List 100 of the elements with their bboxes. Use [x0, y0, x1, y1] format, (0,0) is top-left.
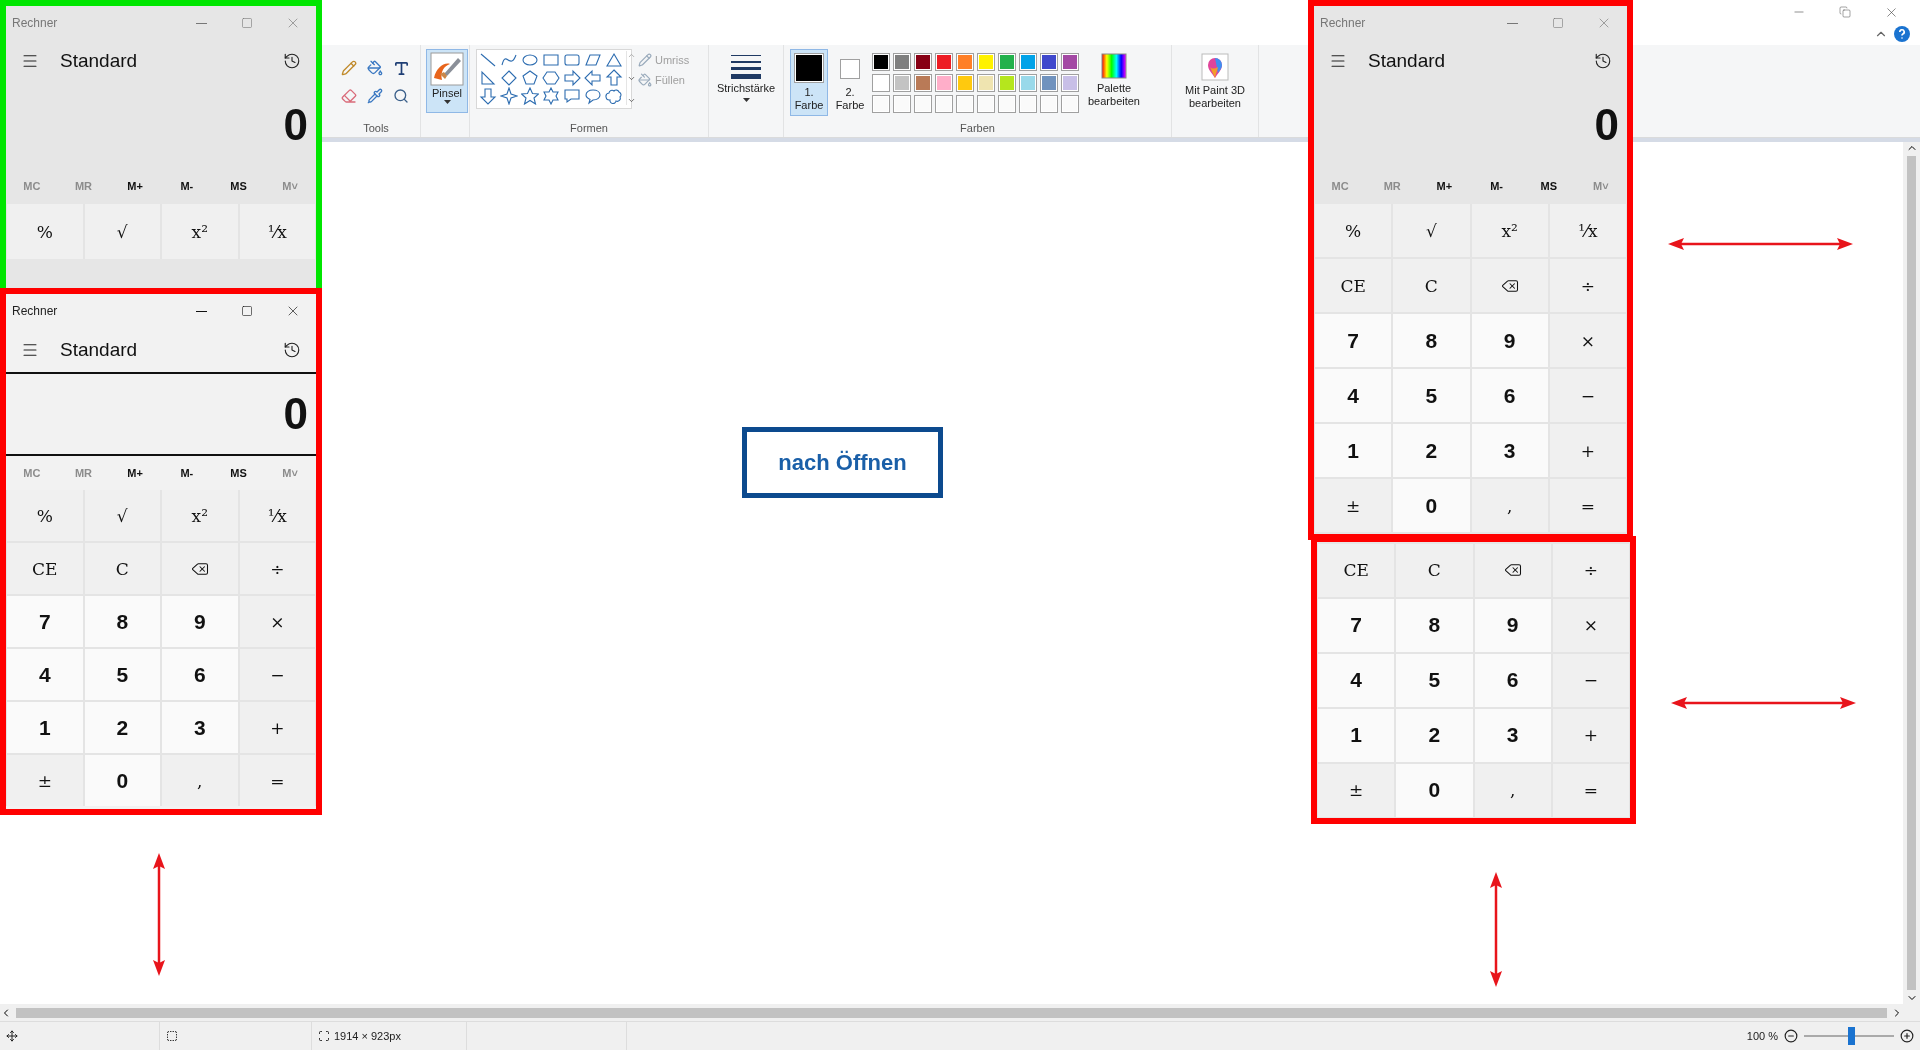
digit-key[interactable]: 8 — [84, 596, 160, 647]
empty-swatch[interactable] — [1061, 95, 1079, 113]
empty-swatch[interactable] — [1040, 95, 1058, 113]
operator-key[interactable]: + — [1549, 424, 1626, 477]
operator-key[interactable]: % — [7, 204, 83, 259]
memory-button[interactable]: M- — [1470, 168, 1523, 204]
operator-key[interactable]: , — [1474, 763, 1551, 817]
color-swatch[interactable] — [893, 53, 911, 71]
operator-key[interactable]: − — [1552, 653, 1629, 707]
empty-swatch[interactable] — [998, 95, 1016, 113]
operator-key[interactable]: , — [1471, 479, 1548, 532]
shape-icon[interactable] — [584, 51, 602, 69]
digit-key[interactable]: 2 — [1396, 708, 1473, 762]
color-swatch[interactable] — [1040, 74, 1058, 92]
empty-swatch[interactable] — [956, 95, 974, 113]
color-swatch[interactable] — [998, 74, 1016, 92]
digit-key[interactable]: 8 — [1393, 314, 1470, 367]
operator-key[interactable]: ± — [1315, 479, 1392, 532]
operator-key[interactable]: x² — [162, 204, 238, 259]
shape-icon[interactable] — [500, 69, 518, 87]
shape-icon[interactable] — [605, 87, 623, 105]
stroke-width-button[interactable]: Strichstärke — [715, 49, 777, 106]
operator-key[interactable]: ⅟x — [239, 204, 315, 259]
color-swatch[interactable] — [998, 53, 1016, 71]
scroll-up-icon[interactable] — [627, 51, 636, 60]
color-swatch[interactable] — [872, 53, 890, 71]
digit-key[interactable]: 7 — [7, 596, 83, 647]
shape-icon[interactable] — [584, 69, 602, 87]
operator-key[interactable]: ÷ — [1552, 543, 1629, 597]
color-swatch[interactable] — [1040, 53, 1058, 71]
digit-key[interactable]: 6 — [1471, 369, 1548, 422]
color-swatch[interactable] — [914, 53, 932, 71]
paint3d-button[interactable]: Mit Paint 3D bearbeiten — [1178, 49, 1252, 114]
operator-key[interactable]: = — [1549, 479, 1626, 532]
shape-icon[interactable] — [584, 87, 602, 105]
empty-swatch[interactable] — [1019, 95, 1037, 113]
memory-button[interactable]: M+ — [1418, 168, 1471, 204]
digit-key[interactable]: 9 — [1474, 598, 1551, 652]
shape-icon[interactable] — [521, 87, 539, 105]
color-swatch[interactable] — [893, 74, 911, 92]
shape-icon[interactable] — [479, 87, 497, 105]
digit-key[interactable]: 6 — [1474, 653, 1551, 707]
digit-key[interactable]: 5 — [84, 649, 160, 700]
digit-key[interactable]: 3 — [162, 702, 238, 753]
digit-key[interactable]: 9 — [1471, 314, 1548, 367]
memory-button[interactable]: MS — [212, 456, 265, 490]
vertical-scrollbar[interactable] — [1903, 142, 1920, 1004]
shape-icon[interactable] — [605, 51, 623, 69]
digit-key[interactable]: 3 — [1471, 424, 1548, 477]
operator-key[interactable]: CE — [1318, 543, 1395, 597]
operator-key[interactable]: x² — [1471, 204, 1548, 257]
operator-key[interactable]: × — [1549, 314, 1626, 367]
digit-key[interactable]: 0 — [1393, 479, 1470, 532]
operator-key[interactable]: = — [1552, 763, 1629, 817]
color-swatch[interactable] — [977, 74, 995, 92]
digit-key[interactable]: 0 — [84, 755, 160, 806]
digit-key[interactable]: 7 — [1318, 598, 1395, 652]
help-icon[interactable] — [1894, 26, 1910, 42]
digit-key[interactable]: 3 — [1474, 708, 1551, 762]
horizontal-scrollbar[interactable] — [0, 1004, 1920, 1021]
color-swatch[interactable] — [914, 74, 932, 92]
digit-key[interactable]: 1 — [1318, 708, 1395, 762]
empty-swatch[interactable] — [914, 95, 932, 113]
empty-swatch[interactable] — [872, 95, 890, 113]
shape-icon[interactable] — [479, 69, 497, 87]
color-swatch[interactable] — [1019, 53, 1037, 71]
shape-icon[interactable] — [479, 51, 497, 69]
brush-button[interactable]: Pinsel — [426, 49, 468, 113]
operator-key[interactable]: , — [162, 755, 238, 806]
empty-swatch[interactable] — [977, 95, 995, 113]
operator-key[interactable]: C — [1396, 543, 1473, 597]
digit-key[interactable]: 0 — [1396, 763, 1473, 817]
color-slot[interactable]: 1. Farbe — [790, 49, 828, 116]
digit-key[interactable]: 4 — [1315, 369, 1392, 422]
digit-key[interactable]: 9 — [162, 596, 238, 647]
shape-icon[interactable] — [605, 69, 623, 87]
empty-swatch[interactable] — [935, 95, 953, 113]
operator-key[interactable]: ⅟x — [1549, 204, 1626, 257]
zoom-in-icon[interactable] — [1900, 1029, 1914, 1043]
digit-key[interactable]: 2 — [1393, 424, 1470, 477]
shape-icon[interactable] — [563, 51, 581, 69]
color-swatch[interactable] — [956, 53, 974, 71]
shape-icon[interactable] — [563, 87, 581, 105]
operator-key[interactable]: ⅟x — [239, 490, 315, 541]
shape-icon[interactable] — [542, 69, 560, 87]
operator-key[interactable]: = — [239, 755, 315, 806]
shape-icon[interactable] — [542, 87, 560, 105]
shape-icon[interactable] — [500, 87, 518, 105]
memory-button[interactable]: M+ — [109, 456, 161, 490]
operator-key[interactable]: C — [1393, 259, 1470, 312]
memory-button[interactable]: M- — [161, 168, 213, 204]
operator-key[interactable]: % — [1315, 204, 1392, 257]
operator-key[interactable]: √ — [1393, 204, 1470, 257]
operator-key[interactable]: % — [7, 490, 83, 541]
digit-key[interactable]: 2 — [84, 702, 160, 753]
color-swatch[interactable] — [1019, 74, 1037, 92]
shape-icon[interactable] — [563, 69, 581, 87]
zoom-out-icon[interactable] — [1784, 1029, 1798, 1043]
operator-key[interactable]: ÷ — [239, 543, 315, 594]
color-swatch[interactable] — [872, 74, 890, 92]
